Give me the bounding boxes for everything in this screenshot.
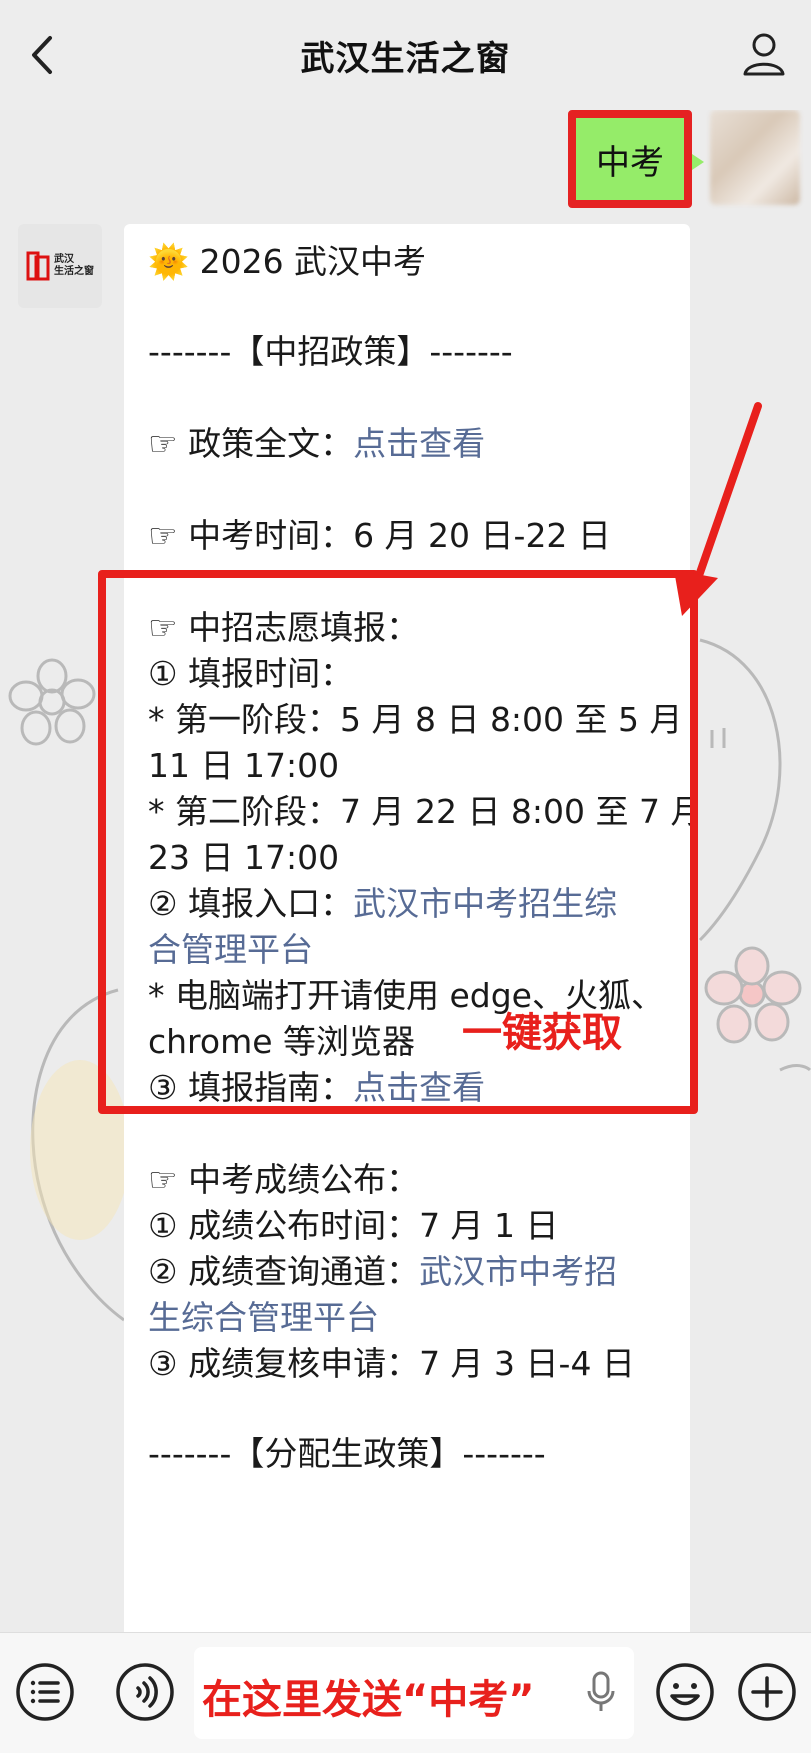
- section-header: -------【分配生政策】-------: [148, 1434, 546, 1473]
- list-item: ① 成绩公布时间：7 月 1 日: [148, 1206, 559, 1245]
- input-hint-text: 在这里发送“中考”: [202, 1677, 535, 1723]
- official-account-avatar[interactable]: 武汉 生活之窗: [18, 224, 102, 308]
- chat-header: 武汉生活之窗: [0, 0, 811, 110]
- message-input[interactable]: 在这里发送“中考”: [194, 1647, 634, 1739]
- message-card: 🌞 2026 武汉中考 -------【中招政策】------- ☞ 政策全文：…: [124, 224, 704, 1632]
- voice-icon[interactable]: [114, 1661, 176, 1723]
- score-query-link-cont[interactable]: 生综合管理平台: [148, 1298, 379, 1337]
- microphone-icon[interactable]: [586, 1671, 616, 1715]
- list-item: ② 成绩查询通道：武汉市中考招: [148, 1246, 672, 1297]
- card-title: 🌞 2026 武汉中考: [148, 242, 427, 281]
- guide-link[interactable]: 点击查看: [353, 1068, 485, 1107]
- logo-line2: 生活之窗: [54, 266, 94, 277]
- user-message-text: 中考: [596, 142, 664, 183]
- red-arrow-icon: [674, 402, 762, 616]
- logo-text: 武汉 生活之窗: [54, 254, 94, 278]
- chat-area[interactable]: 中考 武汉 生活之窗 🌞 2026 武汉中考 -------【中招政策】----…: [0, 110, 811, 1632]
- section-header: -------【中招政策】-------: [148, 332, 513, 371]
- enrollment-platform-link[interactable]: 武汉市中考招生综: [353, 884, 617, 923]
- list-item: ☞ 中招志愿填报：: [148, 608, 420, 647]
- list-item: 23 日 17:00: [148, 838, 340, 877]
- policy-text-link[interactable]: 点击查看: [353, 424, 485, 463]
- list-item: 合管理平台: [148, 924, 672, 975]
- emoji-icon[interactable]: [654, 1661, 716, 1723]
- enrollment-platform-link-cont[interactable]: 合管理平台: [148, 930, 313, 969]
- logo-icon: [26, 251, 50, 281]
- list-item: ☞ 中考时间：6 月 20 日-22 日: [148, 516, 611, 555]
- logo-line1: 武汉: [54, 254, 74, 265]
- list-item-label: ② 填报入口：: [148, 884, 354, 923]
- one-click-annotation: 一键获取: [462, 1010, 622, 1056]
- list-item: ☞ 政策全文：点击查看: [148, 418, 672, 469]
- list-item: ☞ 中考成绩公布：: [148, 1160, 420, 1199]
- list-item-label: ☞ 政策全文：: [148, 424, 354, 463]
- list-item: ① 填报时间：: [148, 654, 354, 693]
- add-plus-icon[interactable]: [736, 1661, 798, 1723]
- input-bar: 在这里发送“中考”: [0, 1632, 811, 1753]
- menu-list-icon[interactable]: [14, 1661, 76, 1723]
- back-arrow-icon[interactable]: [20, 30, 70, 80]
- profile-icon[interactable]: [737, 28, 791, 82]
- bubble-tail: [692, 154, 704, 170]
- list-item: ② 填报入口：武汉市中考招生综: [148, 878, 672, 929]
- list-item: 11 日 17:00: [148, 746, 340, 785]
- list-item: ③ 填报指南：点击查看: [148, 1062, 672, 1113]
- page-title: 武汉生活之窗: [300, 38, 511, 79]
- list-item: 生综合管理平台: [148, 1292, 672, 1343]
- list-item-label: ③ 填报指南：: [148, 1068, 354, 1107]
- score-query-link[interactable]: 武汉市中考招: [419, 1252, 617, 1291]
- list-item: ③ 成绩复核申请：7 月 3 日-4 日: [148, 1344, 635, 1383]
- list-item: * 第二阶段：7 月 22 日 8:00 至 7 月: [148, 792, 704, 831]
- list-item-label: ② 成绩查询通道：: [148, 1252, 420, 1291]
- list-item: * 第一阶段：5 月 8 日 8:00 至 5 月: [148, 700, 683, 739]
- user-message-bubble[interactable]: 中考: [568, 110, 704, 208]
- user-avatar[interactable]: [710, 110, 800, 205]
